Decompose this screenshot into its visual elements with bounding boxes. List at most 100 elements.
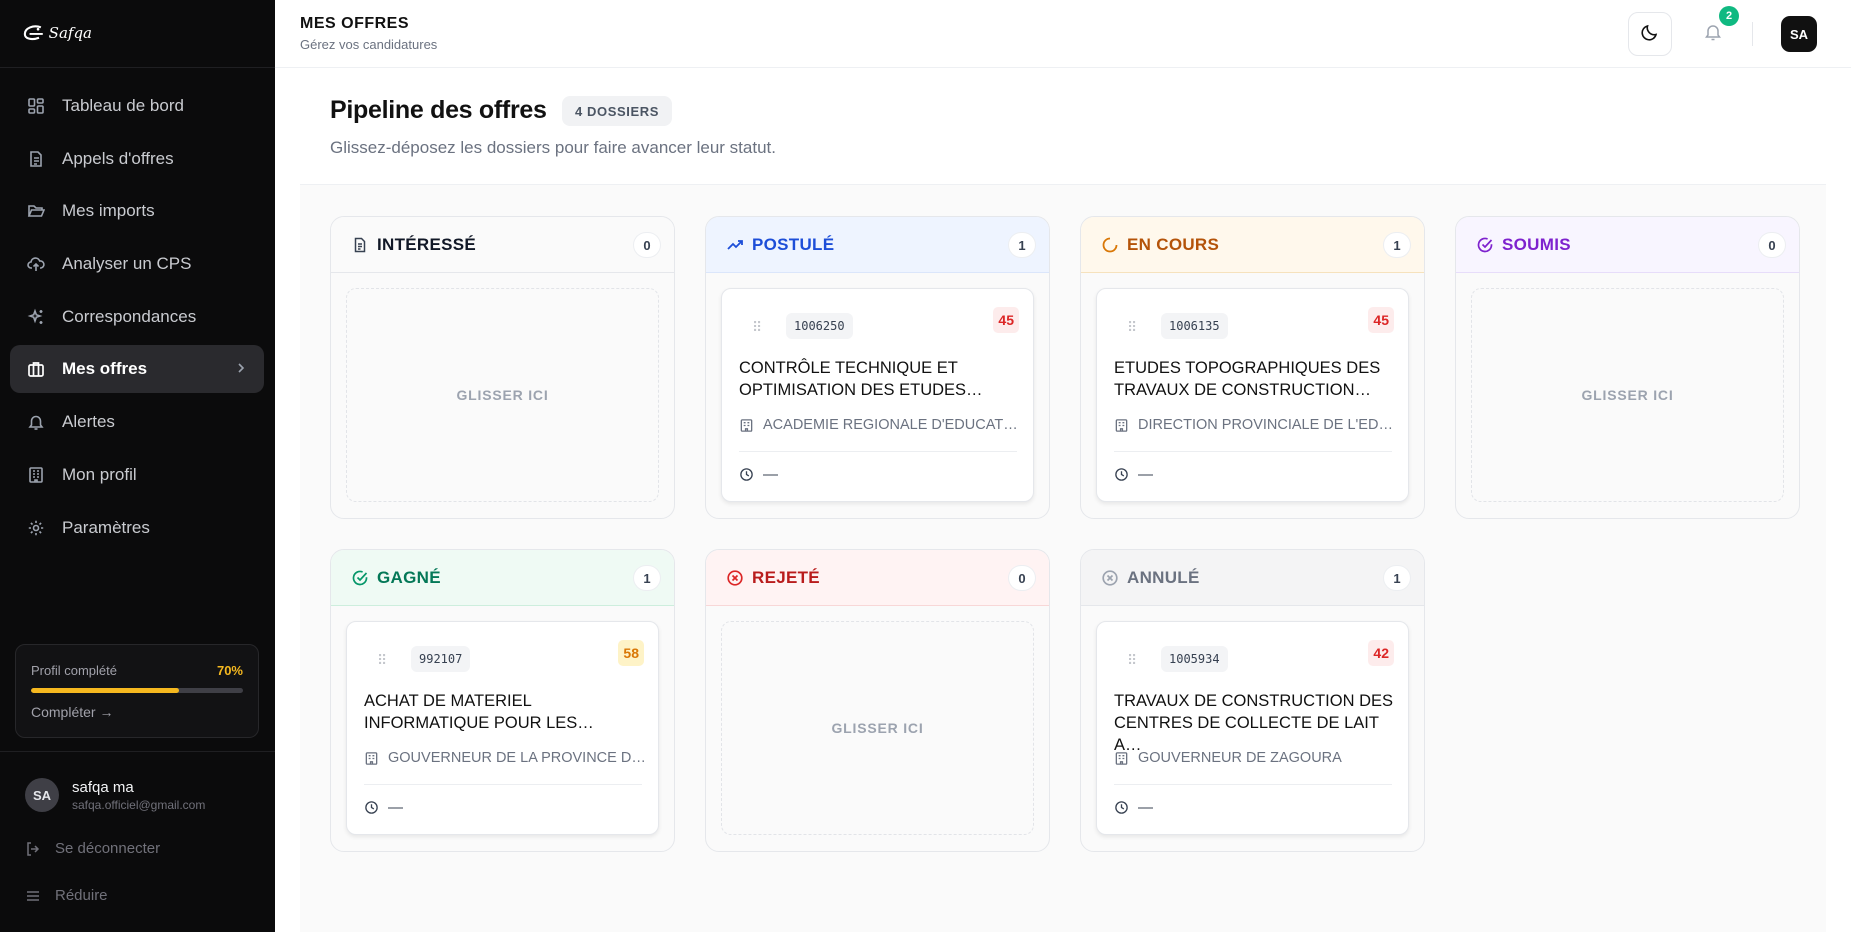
sidebar-item-label: Appels d'offres <box>62 148 174 168</box>
offer-reference: 1005934 <box>1161 646 1228 672</box>
sparkles-icon <box>26 307 46 327</box>
sidebar-item-label: Analyser un CPS <box>62 254 192 274</box>
complete-profile-link[interactable]: Compléter → <box>31 704 113 720</box>
column-count: 0 <box>634 233 660 257</box>
column-header: INTÉRESSÉ 0 <box>331 217 674 273</box>
logout-button[interactable]: Se déconnecter <box>25 840 160 857</box>
offer-card[interactable]: ⠿ 1006250 45 CONTRÔLE TECHNIQUE ET OPTIM… <box>721 288 1034 502</box>
offer-reference: 992107 <box>411 646 471 672</box>
drag-handle-icon[interactable]: ⠿ <box>1127 652 1137 669</box>
building-icon <box>364 751 380 766</box>
user-account[interactable]: SA safqa ma safqa.officiel@gmail.com <box>25 778 205 812</box>
column-count: 1 <box>634 566 660 590</box>
offer-organization: GOUVERNEUR DE LA PROVINCE D… <box>364 750 646 766</box>
offer-title: ACHAT DE MATERIEL INFORMATIQUE POUR LES… <box>364 692 594 732</box>
clock-icon <box>364 800 380 815</box>
sidebar-item-label: Mon profil <box>62 464 137 484</box>
profile-progress-fill <box>31 688 180 693</box>
sidebar-item-label: Alertes <box>62 412 115 432</box>
sidebar-item-profile[interactable]: Mon profil <box>10 451 264 499</box>
page-section-subtitle: Gérez vos candidatures <box>300 37 438 52</box>
header-divider <box>1752 22 1753 46</box>
sidebar-item-label: Mes imports <box>62 201 155 221</box>
folder-open-icon <box>26 201 46 221</box>
drag-handle-icon[interactable]: ⠿ <box>1127 319 1137 336</box>
sidebar-item-my-offers[interactable]: Mes offres <box>10 345 264 394</box>
logo-mark-icon <box>23 25 43 41</box>
drop-zone[interactable]: GLISSER ICI <box>1471 288 1784 502</box>
offer-card[interactable]: ⠿ 992107 58 ACHAT DE MATERIEL INFORMATIQ… <box>346 621 659 835</box>
avatar[interactable]: SA <box>1781 16 1817 52</box>
column-header: POSTULÉ 1 <box>706 217 1049 273</box>
organization-name: DIRECTION PROVINCIALE DE L'ED… <box>1138 417 1393 433</box>
collapse-label: Réduire <box>55 887 108 904</box>
drag-handle-icon[interactable]: ⠿ <box>377 652 387 669</box>
cloud-upload-icon <box>26 254 46 274</box>
drop-zone[interactable]: GLISSER ICI <box>721 621 1034 835</box>
column-soumis: SOUMIS 0 GLISSER ICI <box>1455 216 1800 519</box>
column-title: EN COURS <box>1127 234 1220 254</box>
page-subtitle: Glissez-déposez les dossiers pour faire … <box>330 138 776 157</box>
top-header: MES OFFRES Gérez vos candidatures 2 SA <box>275 0 1851 68</box>
offer-title: ETUDES TOPOGRAPHIQUES DES TRAVAUX DE CON… <box>1114 359 1381 399</box>
theme-toggle-button[interactable] <box>1628 12 1672 56</box>
column-header: ANNULÉ 1 <box>1081 550 1424 606</box>
user-email: safqa.officiel@gmail.com <box>72 797 206 812</box>
sidebar-item-settings[interactable]: Paramètres <box>10 504 264 552</box>
profile-completion-label: Profil complété <box>31 663 117 678</box>
column-header: SOUMIS 0 <box>1456 217 1799 273</box>
logout-label: Se déconnecter <box>55 840 161 857</box>
logo-wordmark: Safqa <box>48 24 92 42</box>
sidebar-item-imports[interactable]: Mes imports <box>10 187 264 235</box>
x-circle-icon <box>1101 569 1119 587</box>
score-badge: 58 <box>618 640 644 666</box>
column-en-cours: EN COURS 1 ⠿ 1006135 45 ETUDES TOPOGRAPH… <box>1080 216 1425 519</box>
drag-handle-icon[interactable]: ⠿ <box>752 319 762 336</box>
column-header: EN COURS 1 <box>1081 217 1424 273</box>
building-icon <box>26 465 46 485</box>
offer-deadline: — <box>364 799 403 816</box>
deadline-value: — <box>1138 799 1153 816</box>
clock-icon <box>1114 800 1130 815</box>
profile-completion-card: Profil complété 70% Compléter → <box>15 644 259 738</box>
column-header: REJETÉ 0 <box>706 550 1049 606</box>
bell-icon <box>26 412 46 432</box>
safqa-logo[interactable]: Safqa <box>22 16 92 50</box>
score-badge: 42 <box>1368 640 1394 666</box>
offer-reference: 1006135 <box>1161 313 1228 339</box>
offer-card[interactable]: ⠿ 1005934 42 TRAVAUX DE CONSTRUCTION DES… <box>1096 621 1409 835</box>
divider <box>1114 451 1392 452</box>
column-rejete: REJETÉ 0 GLISSER ICI <box>705 549 1050 852</box>
column-count: 0 <box>1759 233 1785 257</box>
profile-completion-percent: 70% <box>216 663 243 678</box>
check-circle-icon <box>1476 236 1494 254</box>
gear-icon <box>26 518 46 538</box>
column-count: 1 <box>1384 566 1410 590</box>
sidebar-nav: Tableau de bord Appels d'offres Mes impo… <box>10 82 264 556</box>
offer-card[interactable]: ⠿ 1006135 45 ETUDES TOPOGRAPHIQUES DES T… <box>1096 288 1409 502</box>
offer-reference: 1006250 <box>786 313 853 339</box>
profile-progress-bar <box>31 688 243 693</box>
sidebar-item-dashboard[interactable]: Tableau de bord <box>10 82 264 130</box>
sidebar: Safqa Tableau de bord Appels d'offres Me… <box>0 0 275 932</box>
divider <box>364 784 642 785</box>
bell-icon <box>1703 22 1723 47</box>
column-count: 1 <box>1009 233 1035 257</box>
score-badge: 45 <box>993 307 1019 333</box>
column-title: INTÉRESSÉ <box>377 234 477 254</box>
organization-name: GOUVERNEUR DE ZAGOURA <box>1138 750 1342 766</box>
drop-zone[interactable]: GLISSER ICI <box>346 288 659 502</box>
sidebar-item-matches[interactable]: Correspondances <box>10 293 264 341</box>
sidebar-item-alerts[interactable]: Alertes <box>10 398 264 446</box>
building-icon <box>1114 751 1130 766</box>
sidebar-item-analyze-cps[interactable]: Analyser un CPS <box>10 240 264 288</box>
offer-organization: ACADEMIE REGIONALE D'EDUCATI… <box>739 417 1021 433</box>
main-content: Pipeline des offres 4 DOSSIERS Glissez-d… <box>275 68 1851 932</box>
divider <box>1114 784 1392 785</box>
sidebar-item-tenders[interactable]: Appels d'offres <box>10 135 264 183</box>
organization-name: GOUVERNEUR DE LA PROVINCE D… <box>388 750 646 766</box>
collapse-sidebar-button[interactable]: Réduire <box>25 887 108 904</box>
column-count: 0 <box>1009 566 1035 590</box>
column-interesse: INTÉRESSÉ 0 GLISSER ICI <box>330 216 675 519</box>
deadline-value: — <box>388 799 403 816</box>
